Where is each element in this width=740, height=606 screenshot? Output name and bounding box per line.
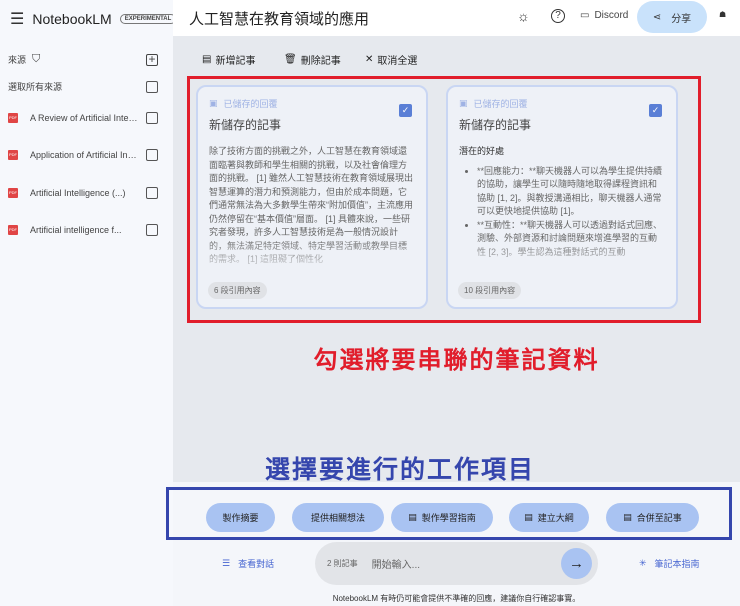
close-icon: ✕ [365,54,374,65]
send-button[interactable]: → [561,548,592,579]
checkbox[interactable] [146,187,158,199]
notebook-title[interactable]: 人工智慧在教育領域的應用 [189,8,369,29]
shield-icon: ⛉ [32,53,41,65]
source-item[interactable]: PDF Artificial Intelligence (...) [8,187,158,199]
app-logo: ☰ NotebookLM EXPERIMENTAL [10,9,177,29]
discord-link[interactable]: ▭ Discord [580,10,628,21]
checkbox[interactable] [146,224,158,236]
source-item[interactable]: PDFApplication of Artificial Intelligenc… [8,149,158,161]
view-chat-button[interactable]: ☰ 查看對話 [222,557,274,570]
deselect-all-button[interactable]: ✕ 取消全選 [365,52,417,67]
pdf-icon: PDF [8,150,18,160]
sources-header: 來源 ⛉ + [8,53,158,66]
avatar[interactable]: ☗ [719,10,726,19]
pdf-icon: PDF [8,113,18,123]
chat-icon: ▭ [580,10,590,21]
help-icon[interactable]: ? [551,9,565,23]
pdf-icon: PDF [8,225,18,235]
annotation-red: 勾選將要串聯的筆記資料 [313,347,600,374]
chat-input[interactable]: 2 則記事 開始輸入... → [315,542,598,585]
trash-icon: 🗑 [284,54,297,65]
chat-icon: ☰ [222,558,231,568]
add-source-button[interactable]: + [146,53,158,66]
sidebar: ☰ NotebookLM EXPERIMENTAL 來源 ⛉ + 選取所有來源 … [0,0,177,606]
menu-icon[interactable]: ☰ [10,9,24,29]
select-all-sources[interactable]: 選取所有來源 [8,80,158,93]
note-add-icon: ▤ [202,54,212,65]
delete-note-button[interactable]: 🗑 刪除記事 [284,52,341,67]
highlight-box-notes [187,76,701,323]
checkbox[interactable] [146,149,158,161]
share-button[interactable]: ⋖ 分享 [637,1,707,33]
add-note-button[interactable]: ▤ 新增記事 [202,52,255,67]
checkbox[interactable] [146,80,158,93]
pdf-icon: PDF [8,188,18,198]
sparkle-icon: ✳ [639,558,647,568]
annotation-blue: 選擇要進行的工作項目 [265,456,536,484]
checkbox[interactable] [146,112,158,124]
theme-icon[interactable]: ☼ [517,8,530,24]
share-icon: ⋖ [652,11,662,23]
notebook-guide-button[interactable]: ✳ 筆記本指南 [639,557,700,570]
disclaimer: NotebookLM 有時仍可能會提供不準確的回應，建議你自行確認事實。 [332,594,581,603]
source-item[interactable]: PDF Artificial intelligence f... [8,224,158,236]
source-item[interactable]: PDFA Review of Artificial Intelligence [8,112,158,124]
highlight-box-actions [166,487,732,540]
